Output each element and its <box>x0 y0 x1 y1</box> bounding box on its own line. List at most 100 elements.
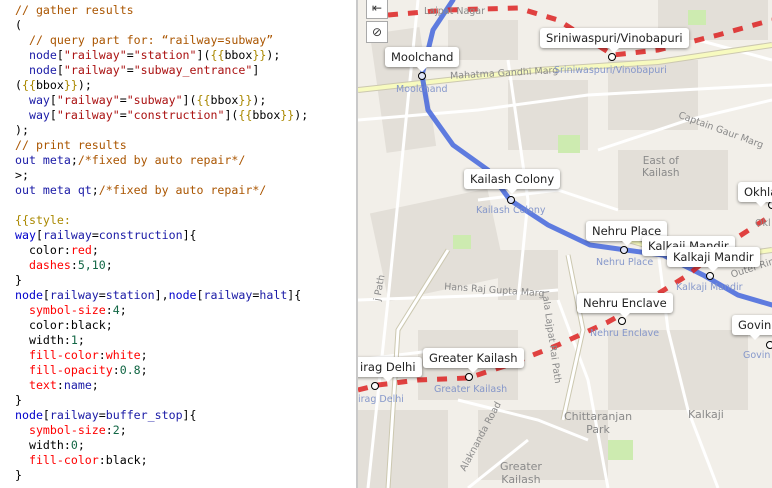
place-text-east-of-kailash: East of Kailash <box>642 155 680 179</box>
code-token: ; <box>91 243 99 257</box>
station-label-govind[interactable]: Govin <box>732 315 772 340</box>
code-line[interactable]: node[railway=buffer_stop]{ <box>15 408 197 423</box>
code-line[interactable]: text:name; <box>15 378 99 393</box>
station-node[interactable] <box>371 382 379 390</box>
station-label-nehru-enclave[interactable]: Nehru Enclave <box>577 293 673 318</box>
code-line[interactable]: width:1; <box>15 333 85 348</box>
code-line[interactable]: width:0; <box>15 438 85 453</box>
station-label-kalkaji-mandir-b[interactable]: Kalkaji Mandir <box>667 247 760 272</box>
station-label-sriniwaspuri[interactable]: Sriniwaspuri/Vinobapuri <box>540 28 689 53</box>
no-entry-icon[interactable]: ⊘ <box>366 21 388 43</box>
code-line[interactable]: } <box>15 393 22 408</box>
code-token: station <box>105 288 155 302</box>
place-kalkaji: Kalkaji <box>688 408 724 421</box>
code-line[interactable]: color:red; <box>15 243 99 258</box>
code-line[interactable]: way["railway"="construction"]({{bbox}}); <box>15 108 308 123</box>
code-token: = <box>126 48 134 62</box>
code-token: "railway" <box>63 48 127 62</box>
code-token: ; <box>77 333 85 347</box>
code-token: node <box>15 288 43 302</box>
station-label-moolchand[interactable]: Moolchand <box>385 47 460 72</box>
station-node[interactable] <box>706 272 714 280</box>
code-line[interactable]: way["railway"="subway"]({{bbox}}); <box>15 93 266 108</box>
code-token: ( <box>15 18 22 32</box>
code-token: 4 <box>112 303 120 317</box>
station-node[interactable] <box>418 72 426 80</box>
code-line[interactable]: // query part for: “railway=subway” <box>15 33 273 48</box>
code-line[interactable]: out meta;/*fixed by auto repair*/ <box>15 153 245 168</box>
code-token: ); <box>294 108 309 122</box>
place-greater-kailash: Greater Kailash <box>500 460 542 486</box>
code-token: way <box>15 108 50 122</box>
code-line[interactable]: ( <box>15 18 22 33</box>
code-token: "construction" <box>126 108 225 122</box>
code-token: [ <box>49 93 57 107</box>
code-token: ; <box>77 438 85 452</box>
station-node[interactable] <box>465 373 473 381</box>
code-line[interactable]: } <box>15 468 22 483</box>
code-line[interactable]: node["railway"="subway_entrance"] <box>15 63 259 78</box>
code-token: = <box>98 288 106 302</box>
code-line[interactable]: node[railway=station],node[railway=halt]… <box>15 288 301 303</box>
code-token: ] <box>252 63 260 77</box>
code-token: /*fixed by auto repair*/ <box>77 153 246 167</box>
station-label-okhla[interactable]: Okhla <box>738 182 772 207</box>
code-area[interactable]: // gather results( // query part for: “r… <box>0 0 356 488</box>
code-token: railway <box>49 288 99 302</box>
code-token: "subway" <box>126 93 183 107</box>
station-node[interactable] <box>620 246 628 254</box>
station-label-kailash-colony[interactable]: Kailash Colony <box>464 169 561 194</box>
code-token: 2 <box>112 423 120 437</box>
code-token: bbox <box>35 78 64 92</box>
code-line[interactable]: ({{bbox}}); <box>15 78 92 93</box>
station-node[interactable] <box>618 317 626 325</box>
station-label-greater-kailash[interactable]: Greater Kailash <box>423 348 524 373</box>
code-token: fill-color <box>15 453 99 467</box>
place-chittaranjan-park-text: Chittaranjan Park <box>564 410 633 436</box>
code-token: ; <box>119 303 127 317</box>
code-line[interactable]: // print results <box>15 138 127 153</box>
station-node[interactable] <box>766 341 772 349</box>
code-token: } <box>15 273 22 287</box>
collapse-icon[interactable]: ⇤ <box>366 0 388 19</box>
code-line[interactable]: fill-color:white; <box>15 348 148 363</box>
code-token: red <box>70 243 92 257</box>
code-token: white <box>105 348 141 362</box>
code-line[interactable]: >; <box>15 168 29 183</box>
code-line[interactable]: {{style: <box>15 213 71 228</box>
code-token: node <box>168 288 197 302</box>
code-token: : <box>98 453 106 467</box>
code-token: ; <box>119 423 127 437</box>
code-line[interactable]: symbol-size:2; <box>15 423 127 438</box>
code-line[interactable]: fill-opacity:0.8; <box>15 363 148 378</box>
code-line[interactable]: symbol-size:4; <box>15 303 127 318</box>
station-sublabel-sriniwaspuri: Sriniwaspuri/Vinobapuri <box>554 65 667 76</box>
station-node[interactable] <box>768 201 772 209</box>
code-token: construction <box>98 228 183 242</box>
code-token: ]{ <box>182 228 197 242</box>
code-token: "subway_entrance" <box>133 63 253 77</box>
code-line[interactable]: fill-color:black; <box>15 453 148 468</box>
code-token: bbox <box>224 48 253 62</box>
code-line[interactable]: dashes:5,10; <box>15 258 113 273</box>
station-node[interactable] <box>608 53 616 61</box>
map-view[interactable]: Lajpat Nagar Mahatma Gandhi Marg Captain… <box>358 0 772 488</box>
station-label-chirag-delhi[interactable]: irag Delhi <box>358 357 422 382</box>
code-line[interactable]: node["railway"="station"]({{bbox}}); <box>15 48 280 63</box>
code-line[interactable]: out meta qt;/*fixed by auto repair*/ <box>15 183 266 198</box>
query-editor[interactable]: // gather results( // query part for: “r… <box>0 0 356 488</box>
code-token: "railway" <box>56 108 120 122</box>
code-token: ; <box>91 183 99 197</box>
code-token: color <box>15 318 64 332</box>
code-token: [ <box>56 48 64 62</box>
code-line[interactable]: way[railway=construction]{ <box>15 228 197 243</box>
code-token: buffer_stop <box>105 408 183 422</box>
code-line[interactable]: color:black; <box>15 318 113 333</box>
code-token: } <box>15 393 22 407</box>
code-line[interactable]: } <box>15 273 22 288</box>
code-line[interactable]: // gather results <box>15 3 134 18</box>
station-node[interactable] <box>507 196 515 204</box>
code-token: width <box>15 333 64 347</box>
code-token: bbox <box>252 108 281 122</box>
code-line[interactable]: ); <box>15 123 29 138</box>
